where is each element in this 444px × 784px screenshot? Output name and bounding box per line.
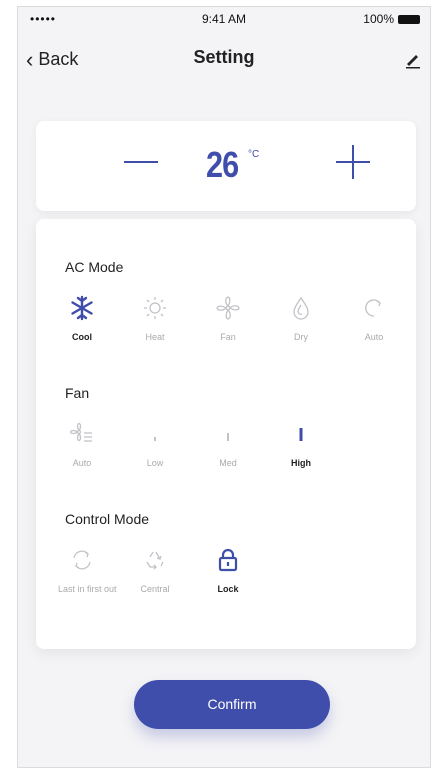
ac-mode-auto-label: Auto bbox=[364, 332, 384, 342]
lock-icon bbox=[218, 548, 238, 572]
decrease-temp-button[interactable] bbox=[124, 161, 158, 163]
fan-high-label: High bbox=[291, 458, 311, 468]
fan-med-label: Med bbox=[219, 458, 237, 468]
fan-low[interactable]: Low bbox=[125, 421, 185, 469]
temperature-value: 26 bbox=[206, 144, 239, 185]
temperature-card: 26 °C bbox=[36, 121, 416, 211]
pencil-icon[interactable] bbox=[404, 51, 422, 69]
control-mode-title: Control Mode bbox=[65, 511, 150, 527]
fan-auto-label: Auto bbox=[72, 458, 92, 468]
ac-mode-dry[interactable]: Dry bbox=[271, 295, 331, 343]
snowflake-icon bbox=[71, 295, 93, 321]
temperature-unit: °C bbox=[248, 149, 260, 160]
battery-status: 100% bbox=[363, 12, 420, 26]
fan-title: Fan bbox=[65, 385, 90, 401]
control-mode-last-in-first-out[interactable]: Last in first out bbox=[52, 547, 117, 595]
ac-mode-heat[interactable]: Heat bbox=[125, 295, 185, 343]
status-bar: ••••• 9:41 AM 100% bbox=[18, 7, 430, 31]
nav-bar: ‹ Back Setting bbox=[18, 47, 430, 79]
confirm-button[interactable]: Confirm bbox=[134, 680, 330, 729]
settings-card: AC Mode Cool Heat Fan Dry Auto Fan Auto … bbox=[36, 219, 416, 649]
fan-high-icon bbox=[299, 428, 303, 441]
control-mode-lifo-label: Last in first out bbox=[58, 584, 117, 594]
fan-auto-icon bbox=[69, 422, 92, 442]
ac-mode-auto[interactable]: Auto bbox=[344, 295, 404, 343]
page-title: Setting bbox=[193, 47, 255, 67]
fan-icon bbox=[216, 296, 240, 320]
ac-mode-fan[interactable]: Fan bbox=[198, 295, 258, 343]
control-mode-central[interactable]: Central bbox=[125, 547, 185, 595]
sun-icon bbox=[144, 297, 166, 319]
increase-temp-button[interactable] bbox=[336, 145, 370, 179]
recycle-icon bbox=[146, 551, 164, 570]
fan-med[interactable]: Med bbox=[198, 421, 258, 469]
ac-mode-title: AC Mode bbox=[65, 259, 124, 275]
app-screen: ••••• 9:41 AM 100% ‹ Back Setting 26 °C … bbox=[17, 6, 431, 768]
control-mode-lock-label: Lock bbox=[217, 584, 239, 594]
fan-auto[interactable]: Auto bbox=[52, 421, 112, 469]
fan-med-icon bbox=[227, 433, 229, 441]
refresh-icon bbox=[73, 550, 91, 570]
fan-low-icon bbox=[154, 437, 156, 441]
ac-mode-dry-label: Dry bbox=[294, 332, 308, 342]
auto-icon bbox=[365, 299, 381, 317]
droplet-icon bbox=[293, 296, 309, 320]
control-mode-lock[interactable]: Lock bbox=[198, 547, 258, 595]
fan-low-label: Low bbox=[146, 458, 164, 468]
ac-mode-fan-label: Fan bbox=[220, 332, 236, 342]
ac-mode-heat-label: Heat bbox=[145, 332, 165, 342]
fan-high[interactable]: High bbox=[271, 421, 331, 469]
battery-percent: 100% bbox=[363, 12, 394, 26]
ac-mode-cool-label: Cool bbox=[72, 332, 92, 342]
control-mode-central-label: Central bbox=[140, 584, 170, 594]
battery-icon bbox=[398, 15, 420, 25]
ac-mode-cool[interactable]: Cool bbox=[52, 295, 112, 343]
